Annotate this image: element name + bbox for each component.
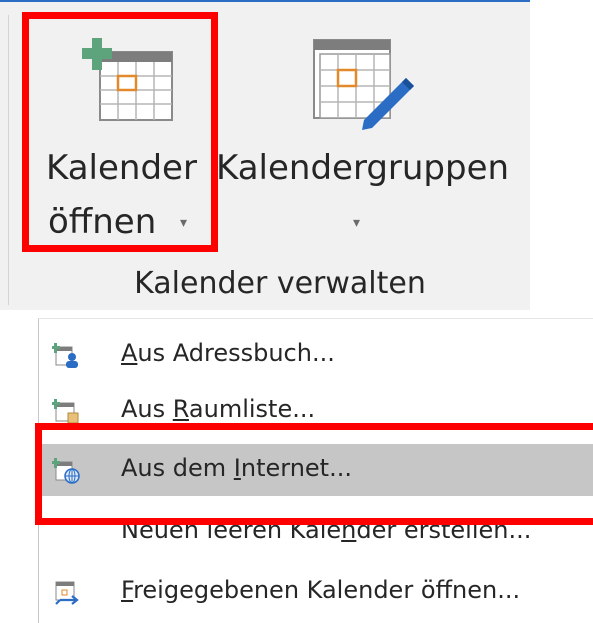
group-separator: [8, 15, 9, 305]
shared-calendar-icon: [55, 581, 79, 605]
calendar-groups-label: Kalendergruppen: [216, 148, 510, 188]
ribbon: Kalender öffnen ▾ Kalendergruppen ▾ Kale…: [0, 0, 530, 310]
menu-item-open-shared-calendar[interactable]: Freigegebenen Kalender öffnen...: [38, 566, 593, 618]
address-book-calendar-icon: [52, 343, 78, 368]
room-list-calendar-icon: [52, 399, 79, 424]
menu-item-label: Aus Adressbuch...: [121, 339, 335, 367]
highlight-box-from-internet: [35, 423, 593, 525]
menu-item-from-address-book[interactable]: Aus Adressbuch...: [38, 329, 593, 381]
calendar-pencil-icon: [313, 39, 414, 130]
ribbon-top-border: [0, 0, 530, 2]
menu-item-label: Freigegebenen Kalender öffnen...: [121, 576, 521, 604]
chevron-down-icon: ▾: [353, 215, 361, 231]
ribbon-group-title: Kalender verwalten: [134, 266, 426, 301]
menu-item-label: Aus Raumliste...: [121, 395, 316, 423]
calendar-groups-button[interactable]: Kalendergruppen ▾: [212, 18, 512, 244]
highlight-box-open-calendar: [22, 12, 218, 252]
